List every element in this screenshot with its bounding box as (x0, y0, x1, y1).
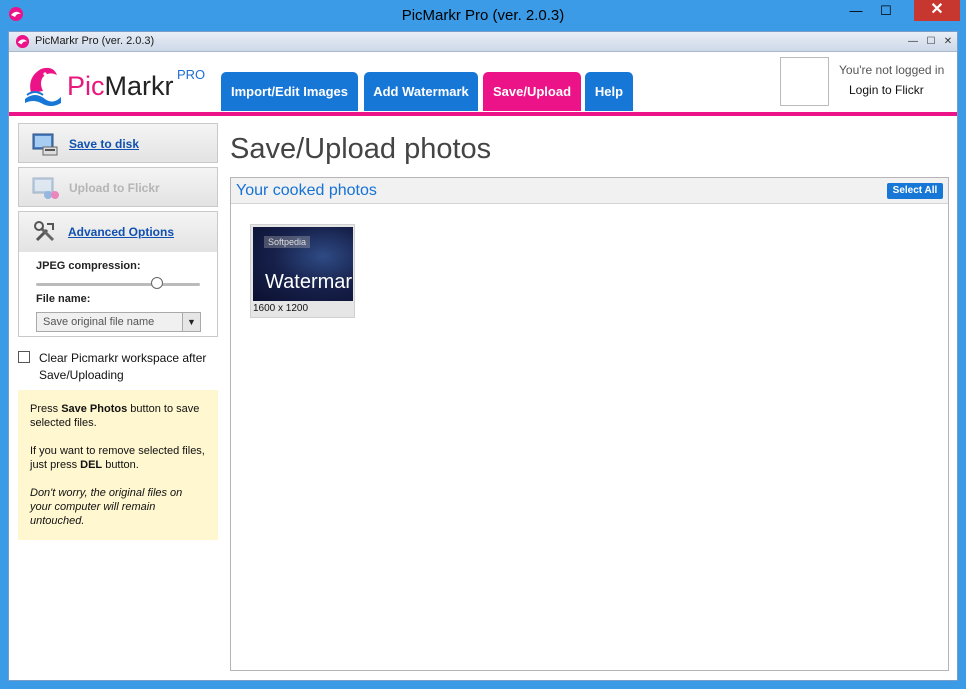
jpeg-compression-label: JPEG compression: (36, 260, 141, 272)
jpeg-compression-slider[interactable] (36, 283, 200, 286)
photo-preview: Softpedia Watermark (253, 227, 353, 301)
jpeg-compression-slider-thumb[interactable] (151, 277, 163, 289)
login-status-text: You're not logged in (839, 63, 945, 77)
close-button[interactable]: ✕ (914, 0, 960, 21)
chevron-down-icon[interactable]: ▼ (182, 313, 200, 331)
help-note: Press Save Photos button to save selecte… (18, 390, 218, 540)
clear-workspace-checkbox[interactable] (18, 351, 30, 363)
flickr-avatar-placeholder (780, 57, 829, 106)
cooked-photos-panel: Your cooked photos Select All Softpedia … (230, 177, 949, 671)
upload-to-flickr-icon (32, 177, 59, 199)
tab-help[interactable]: Help (585, 72, 633, 111)
file-name-label: File name: (36, 293, 91, 305)
cooked-photos-title: Your cooked photos (236, 182, 377, 199)
photo-tag: Softpedia (264, 236, 311, 248)
help-note-save: Press Save Photos button to save selecte… (30, 403, 200, 429)
save-to-disk-button[interactable]: Save to disk (18, 123, 218, 163)
photo-size: 1600 x 1200 (253, 303, 309, 314)
outer-window: PicMarkr Pro (ver. 2.0.3) — ☐ ✕ PicMarkr… (0, 0, 966, 689)
inner-close-button[interactable]: ✕ (940, 34, 956, 49)
picmarkr-logo: PicMarkr PRO (23, 63, 213, 109)
tab-add-watermark[interactable]: Add Watermark (364, 72, 478, 111)
app-client-area: PicMarkr Pro (ver. 2.0.3) — ☐ ✕ PicMarkr… (8, 31, 958, 681)
minimize-button[interactable]: — (842, 0, 870, 22)
save-to-disk-label: Save to disk (69, 137, 140, 151)
advanced-options-label: Advanced Options (68, 225, 175, 239)
app-header: PicMarkr PRO Import/Edit Images Add Wate… (9, 53, 957, 113)
header-divider (9, 112, 957, 116)
help-note-original: Don't worry, the original files on your … (30, 487, 183, 527)
inner-window-title: PicMarkr Pro (ver. 2.0.3) (35, 35, 155, 47)
outer-window-title: PicMarkr Pro (ver. 2.0.3) (401, 7, 565, 24)
inner-maximize-button[interactable]: ☐ (923, 34, 939, 49)
upload-to-flickr-button[interactable]: Upload to Flickr (18, 167, 218, 207)
advanced-options-panel: Advanced Options JPEG compression: File … (18, 211, 218, 337)
tools-icon (34, 221, 55, 242)
photo-thumbnail[interactable]: Softpedia Watermark 1600 x 1200 (250, 224, 355, 318)
logo-pro-badge: PRO (177, 67, 206, 82)
maximize-button[interactable]: ☐ (872, 0, 900, 22)
help-note-delete: If you want to remove selected files, ju… (30, 445, 205, 471)
page-title: Save/Upload photos (230, 133, 492, 165)
advanced-options-button[interactable]: Advanced Options (19, 212, 217, 252)
inner-title-bar[interactable]: PicMarkr Pro (ver. 2.0.3) — ☐ ✕ (9, 32, 957, 52)
file-name-select-value: Save original file name (43, 316, 155, 328)
save-to-disk-icon (32, 133, 58, 156)
logo-wordmark: PicMarkr (67, 71, 174, 101)
cooked-photos-header: Your cooked photos Select All (231, 178, 948, 204)
photo-watermark-text: Watermark (265, 271, 353, 293)
login-to-flickr-link[interactable]: Login to Flickr (849, 83, 924, 97)
clear-workspace-label[interactable]: Clear Picmarkr workspace after Save/Uplo… (39, 350, 224, 384)
tab-save-upload[interactable]: Save/Upload (483, 72, 581, 111)
upload-to-flickr-label: Upload to Flickr (69, 181, 160, 195)
outer-title-bar[interactable]: PicMarkr Pro (ver. 2.0.3) — ☐ ✕ (0, 0, 966, 30)
inner-minimize-button[interactable]: — (905, 34, 921, 49)
file-name-select[interactable]: Save original file name ▼ (36, 312, 201, 332)
dolphin-logo-icon (25, 67, 61, 106)
select-all-button[interactable]: Select All (887, 183, 943, 199)
tab-import-edit-images[interactable]: Import/Edit Images (221, 72, 358, 111)
app-logo-icon (15, 34, 30, 49)
